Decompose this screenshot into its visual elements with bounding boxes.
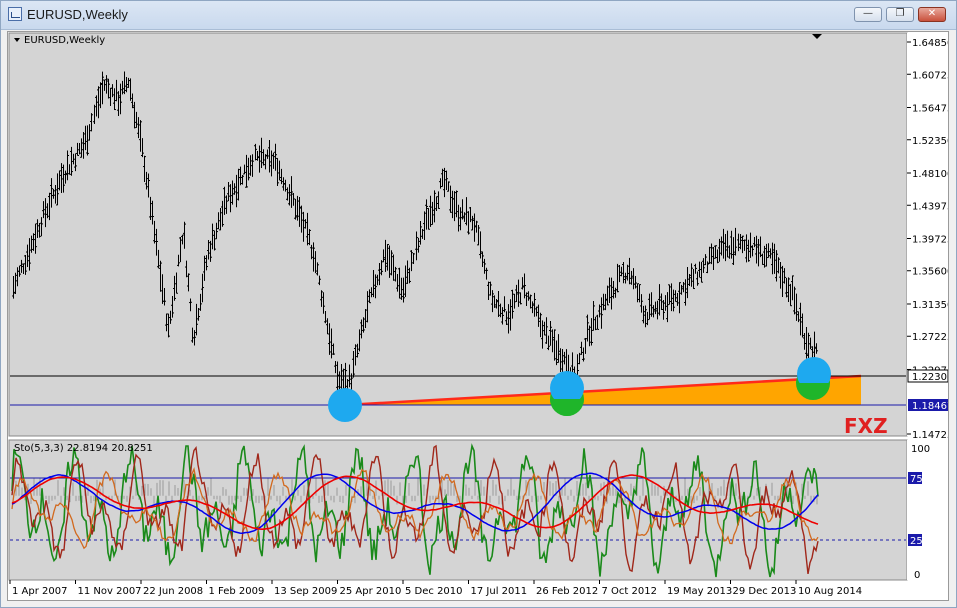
time-tick-label: 26 Feb 2012 xyxy=(536,586,598,597)
touch-marker-blue xyxy=(328,388,362,422)
stochastic-tick-100: 100 xyxy=(911,444,930,455)
time-tick-label: 29 Dec 2013 xyxy=(733,586,797,597)
time-tick-label: 25 Apr 2010 xyxy=(340,586,402,597)
price-tick-label: 1.31350 xyxy=(912,300,948,311)
close-button[interactable]: ✕ xyxy=(918,7,946,22)
price-tick-label: 1.64850 xyxy=(912,38,948,49)
chart-area[interactable]: 1.64850 1.60725 1.56475 1.52350 1.48100 1.439… xyxy=(7,31,953,601)
time-tick-label: 19 May 2013 xyxy=(667,586,732,597)
stochastic-label: Sto(5,3,3) 22.8194 20.8251 xyxy=(14,443,153,454)
time-tick-label: 1 Apr 2007 xyxy=(12,586,67,597)
maximize-button[interactable]: ❐ xyxy=(886,7,914,22)
minimize-button[interactable]: — xyxy=(854,7,882,22)
price-tick-label: 1.60725 xyxy=(912,70,948,81)
price-tick-label: 1.14725 xyxy=(912,430,948,441)
price-tick-label: 1.48100 xyxy=(912,169,948,180)
main-chart-label: EURUSD,Weekly xyxy=(24,35,105,46)
fxz-watermark: FXZ xyxy=(844,414,888,438)
time-tick-label: 11 Nov 2007 xyxy=(78,586,142,597)
time-tick-label: 22 Jun 2008 xyxy=(143,586,203,597)
price-chart[interactable]: 1.64850 1.60725 1.56475 1.52350 1.48100 1.439… xyxy=(8,32,953,600)
stochastic-tick-75: 75 xyxy=(910,474,923,485)
terminal-window: EURUSD,Weekly — ❐ ✕ 1.64850 1.60725 1.5647… xyxy=(0,0,957,608)
price-tag-support-value: 1.18467 xyxy=(912,401,948,412)
time-tick-label: 10 Aug 2014 xyxy=(798,586,862,597)
title-bar[interactable]: EURUSD,Weekly — ❐ ✕ xyxy=(1,1,956,30)
price-tick-label: 1.56475 xyxy=(912,103,948,114)
stochastic-axis xyxy=(907,440,947,580)
time-tick-label: 17 Jul 2011 xyxy=(471,586,528,597)
price-tick-label: 1.39725 xyxy=(912,234,948,245)
time-tick-label: 5 Dec 2010 xyxy=(405,586,463,597)
stochastic-tick-0: 0 xyxy=(914,570,920,581)
price-tag-current-value: 1.22304 xyxy=(912,372,948,383)
chart-window-icon xyxy=(8,7,22,21)
time-tick-label: 13 Sep 2009 xyxy=(274,586,337,597)
stochastic-tick-25: 25 xyxy=(910,536,923,547)
price-tick-label: 1.27225 xyxy=(912,332,948,343)
window-title: EURUSD,Weekly xyxy=(27,7,128,22)
time-tick-label: 1 Feb 2009 xyxy=(209,586,265,597)
time-axis: 1 Apr 2007 11 Nov 2007 22 Jun 2008 1 Feb 20… xyxy=(9,580,862,597)
price-tick-label: 1.35600 xyxy=(912,267,948,278)
price-tick-label: 1.43975 xyxy=(912,201,948,212)
time-tick-label: 7 Oct 2012 xyxy=(602,586,657,597)
price-tick-label: 1.52350 xyxy=(912,136,948,147)
